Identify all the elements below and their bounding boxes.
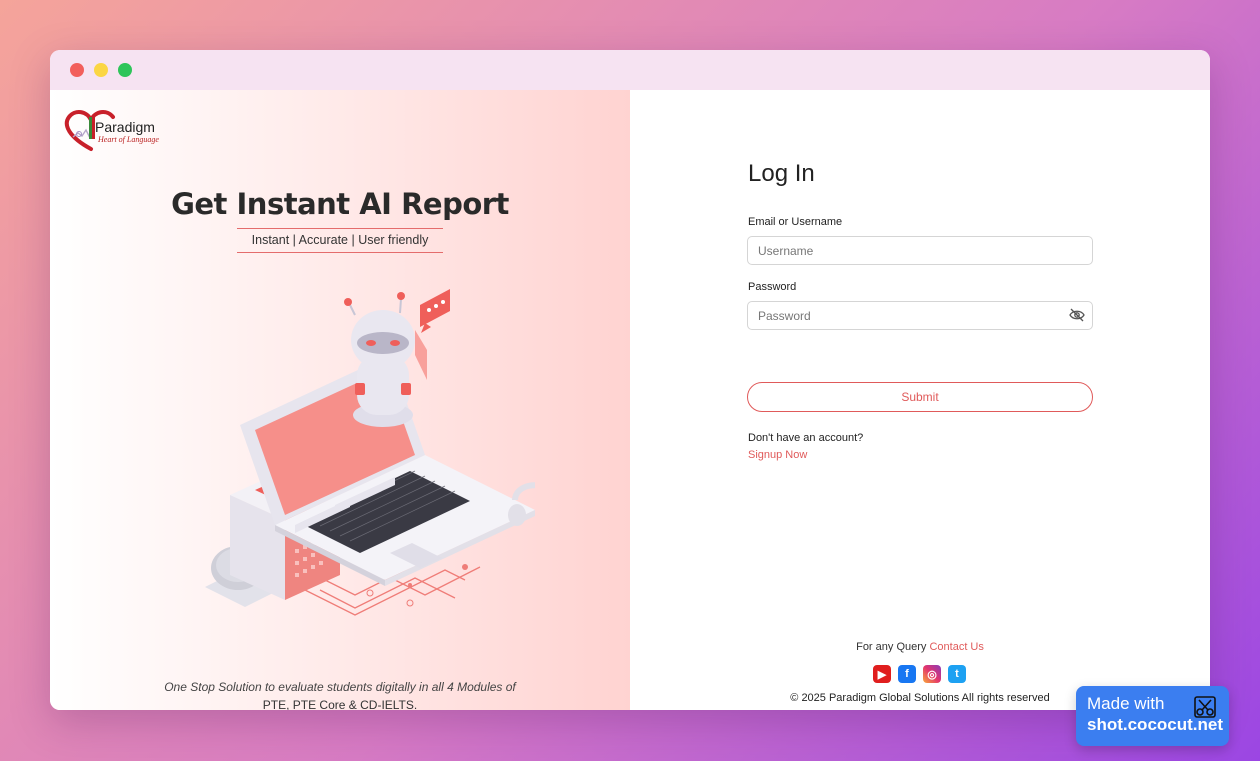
no-account-text: Don't have an account?	[748, 432, 864, 444]
maximize-window-button[interactable]	[118, 63, 132, 77]
email-label: Email or Username	[748, 216, 843, 228]
minimize-window-button[interactable]	[94, 63, 108, 77]
toggle-password-visibility-icon[interactable]	[1069, 308, 1085, 322]
login-title: Log In	[748, 160, 815, 187]
password-label: Password	[748, 281, 797, 293]
contact-us-link[interactable]: Contact Us	[929, 641, 983, 653]
social-links: ▶ f ◎ t	[873, 665, 966, 683]
login-panel: Log In Email or Username Password Submit…	[630, 90, 1210, 710]
logo-wordmark: Paradigm	[95, 119, 155, 135]
password-input[interactable]	[747, 301, 1093, 330]
close-window-button[interactable]	[70, 63, 84, 77]
submit-button[interactable]: Submit	[747, 382, 1093, 412]
hero-title: Get Instant AI Report	[171, 187, 509, 221]
paradigm-logo[interactable]: Paradigm Heart of Language	[61, 107, 171, 152]
logo-tagline: Heart of Language	[98, 135, 159, 144]
made-with-badge[interactable]: Made with shot.cococut.net	[1076, 686, 1229, 746]
signup-link[interactable]: Signup Now	[748, 449, 807, 461]
contact-query: For any Query Contact Us	[630, 641, 1210, 653]
browser-window: Paradigm Heart of Language Get Instant A…	[50, 50, 1210, 710]
youtube-icon[interactable]: ▶	[873, 665, 891, 683]
instagram-icon[interactable]: ◎	[923, 665, 941, 683]
twitter-icon[interactable]: t	[948, 665, 966, 683]
query-text: For any Query	[856, 641, 927, 653]
username-input[interactable]	[747, 236, 1093, 265]
facebook-icon[interactable]: f	[898, 665, 916, 683]
hero-tagline-exams: PTE, PTE Core & CD-IELTS.	[262, 698, 418, 710]
scissors-icon	[1194, 696, 1216, 718]
window-titlebar	[50, 50, 1210, 90]
hero-tagline: One Stop Solution to evaluate students d…	[164, 680, 516, 694]
hero-panel: Paradigm Heart of Language Get Instant A…	[50, 90, 630, 710]
ai-laptop-illustration: AI	[205, 289, 535, 616]
hero-subtitle: Instant | Accurate | User friendly	[237, 228, 443, 253]
